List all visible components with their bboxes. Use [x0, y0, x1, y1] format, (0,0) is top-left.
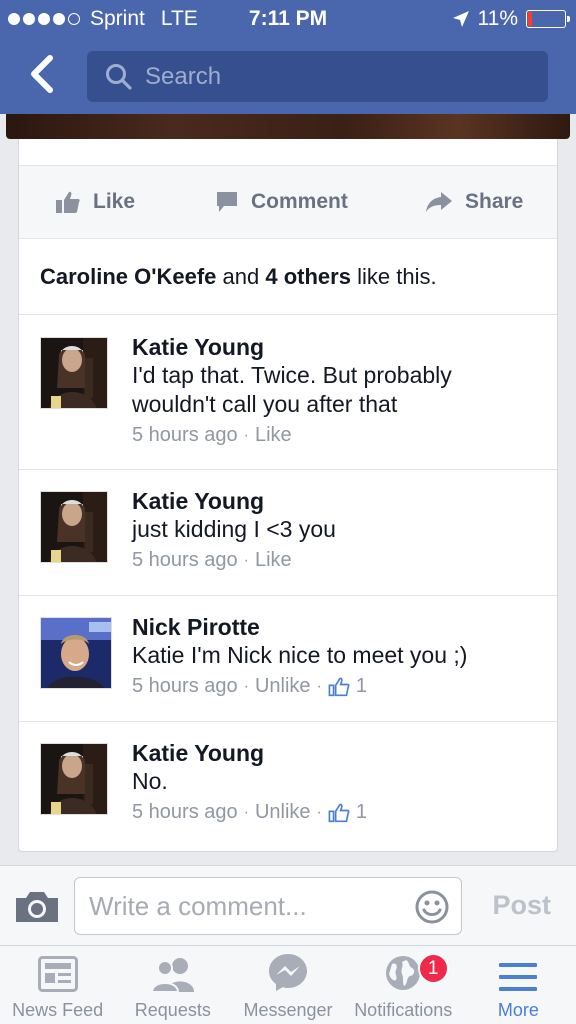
likes-summary[interactable]: Caroline O'Keefe and 4 others like this.: [19, 239, 557, 315]
comment-like-link[interactable]: Like: [255, 549, 292, 572]
comment-author[interactable]: Katie Young: [132, 487, 336, 515]
comment-button[interactable]: Comment: [215, 190, 348, 214]
comment-like-link[interactable]: Like: [255, 424, 292, 447]
camera-icon: [16, 892, 58, 922]
tab-news-feed[interactable]: News Feed: [0, 946, 115, 1024]
comment-text: Katie I'm Nick nice to meet you ;): [132, 642, 468, 668]
location-arrow-icon: [452, 11, 469, 27]
tab-more[interactable]: More: [461, 946, 576, 1024]
battery-percent: 11%: [477, 7, 518, 30]
battery-icon: [526, 10, 570, 28]
post-actions-bar: Like Comment Share: [19, 166, 557, 239]
comment-timestamp: 5 hours ago: [132, 424, 238, 446]
comment-like-count[interactable]: 1: [356, 801, 367, 824]
friend-requests-icon: [150, 958, 194, 992]
comment-timestamp: 5 hours ago: [132, 675, 238, 697]
comment-item: Katie Young just kidding I <3 you 5 hour…: [19, 470, 557, 596]
share-arrow-icon: [426, 192, 452, 212]
comment-unlike-link[interactable]: Unlike: [255, 675, 311, 698]
smiley-icon: [415, 890, 449, 924]
tab-requests[interactable]: Requests: [115, 946, 230, 1024]
avatar[interactable]: [40, 491, 108, 563]
status-bar: Sprint LTE 7:11 PM 11%: [0, 0, 576, 40]
back-button[interactable]: [26, 54, 62, 94]
comment-composer: Write a comment... Post: [0, 865, 576, 945]
comment-author[interactable]: Nick Pirotte: [132, 613, 467, 641]
comment-input[interactable]: Write a comment...: [74, 877, 462, 935]
camera-button[interactable]: [14, 890, 60, 929]
tab-notifications[interactable]: 1 Notifications: [346, 946, 461, 1024]
comment-author[interactable]: Katie Young: [132, 333, 532, 361]
thumbs-up-icon: [56, 191, 80, 213]
comment-timestamp: 5 hours ago: [132, 801, 238, 823]
liker-name[interactable]: Caroline O'Keefe: [40, 264, 216, 290]
tab-bar: News Feed Requests Messenger 1 Notificat…: [0, 945, 576, 1024]
comment-text: I'd tap that. Twice. But probably wouldn…: [132, 362, 452, 417]
avatar[interactable]: [40, 337, 108, 409]
avatar[interactable]: [40, 617, 112, 689]
navigation-bar: Search: [0, 40, 576, 114]
comment-author[interactable]: Katie Young: [132, 739, 367, 767]
post-button[interactable]: Post: [492, 890, 551, 921]
comment-text: No.: [132, 768, 168, 794]
messenger-icon: [269, 954, 307, 991]
search-icon: [106, 63, 132, 90]
like-button[interactable]: Like: [55, 190, 135, 214]
comment-item: Katie Young I'd tap that. Twice. But pro…: [19, 315, 557, 470]
comment-placeholder: Write a comment...: [89, 890, 307, 921]
others-count[interactable]: 4 others: [265, 264, 351, 290]
comment-bubble-icon: [217, 192, 237, 212]
chevron-left-icon: [31, 55, 53, 93]
share-button[interactable]: Share: [425, 190, 523, 214]
post-card: Like Comment Share Caroline O'Keefe and …: [18, 139, 558, 852]
comment-item: Katie Young No. 5 hours ago · Unlike · 1: [19, 722, 557, 852]
comment-text: just kidding I <3 you: [132, 516, 336, 542]
avatar[interactable]: [40, 743, 108, 815]
post-photo-bottom-edge: [6, 114, 570, 139]
notification-badge: 1: [417, 953, 449, 984]
thumbs-up-icon: [328, 803, 350, 822]
search-placeholder: Search: [145, 62, 222, 90]
comment-timestamp: 5 hours ago: [132, 549, 238, 571]
tab-messenger[interactable]: Messenger: [230, 946, 345, 1024]
comment-unlike-link[interactable]: Unlike: [255, 801, 311, 824]
thumbs-up-icon: [328, 677, 350, 696]
search-input[interactable]: Search: [87, 51, 548, 102]
comment-item: Nick Pirotte Katie I'm Nick nice to meet…: [19, 596, 557, 722]
hamburger-menu-icon: [499, 963, 538, 991]
news-feed-icon: [37, 956, 78, 992]
comment-like-count[interactable]: 1: [356, 675, 367, 698]
globe-icon: [386, 956, 421, 990]
sticker-button[interactable]: [415, 890, 449, 929]
